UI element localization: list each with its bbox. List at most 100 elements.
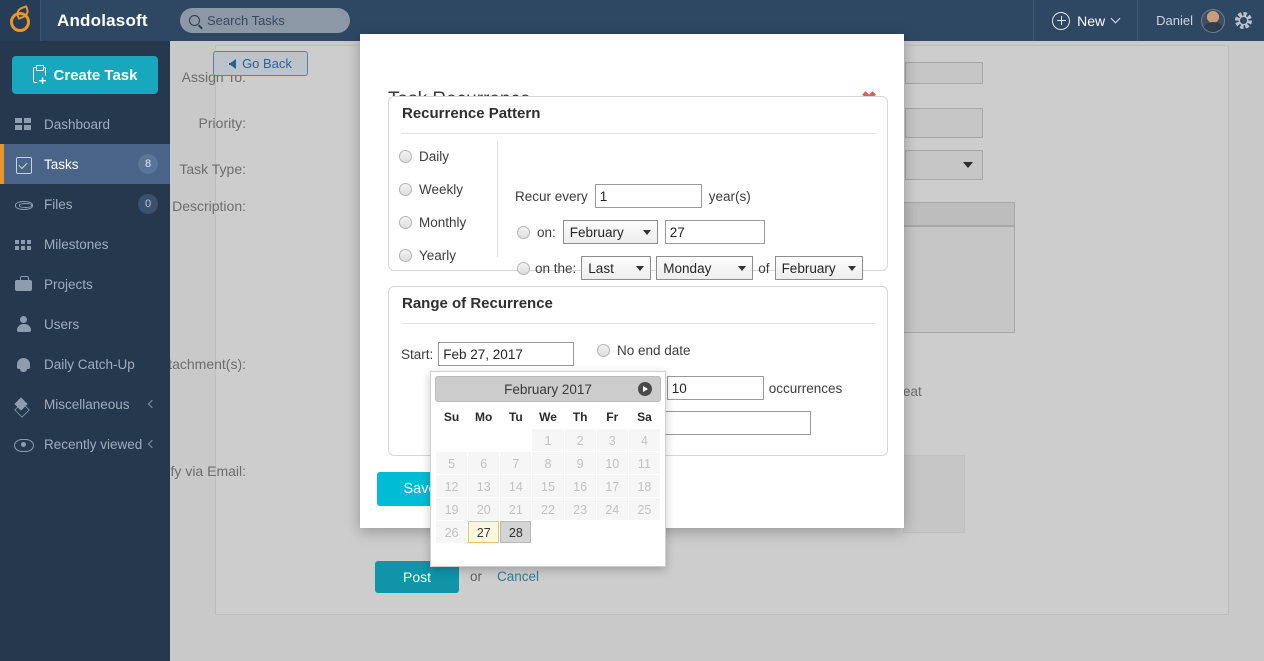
sidebar-item-miscellaneous[interactable]: Miscellaneous — [0, 384, 170, 424]
search-box[interactable] — [180, 8, 350, 33]
cancel-link[interactable]: Cancel — [497, 569, 539, 584]
task-type-select[interactable] — [905, 150, 983, 180]
on-day-input[interactable] — [664, 220, 765, 244]
datepicker-week-row: 1234 — [436, 429, 660, 451]
attachment-dropzone[interactable] — [903, 455, 965, 533]
priority-field[interactable] — [905, 108, 983, 138]
new-button[interactable]: New — [1033, 0, 1139, 41]
radio-label: Monthly — [419, 215, 467, 230]
sidebar-item-tasks[interactable]: Tasks 8 — [0, 144, 170, 184]
radio-label: Weekly — [419, 182, 464, 197]
datepicker-day-10[interactable]: 10 — [596, 452, 628, 474]
divider — [401, 133, 875, 134]
end-by-date-input[interactable] — [663, 411, 811, 435]
datepicker-day-19[interactable]: 19 — [436, 498, 468, 520]
no-end-date-row[interactable]: No end date — [597, 343, 691, 358]
divider — [401, 323, 875, 324]
sidebar-item-dashboard[interactable]: Dashboard — [0, 104, 170, 144]
assign-to-field[interactable] — [905, 62, 983, 84]
chevron-down-icon — [738, 266, 747, 271]
sidebar-item-projects[interactable]: Projects — [0, 264, 170, 304]
sidebar-item-label: Users — [44, 316, 80, 332]
datepicker-day-9[interactable]: 9 — [564, 452, 596, 474]
datepicker-day-14[interactable]: 14 — [500, 475, 532, 497]
header-right: New Daniel — [1033, 0, 1264, 41]
radio-icon[interactable] — [399, 216, 412, 229]
datepicker-day-13[interactable]: 13 — [468, 475, 500, 497]
end-after-row: : occurrences — [658, 376, 842, 400]
datepicker-day-empty — [532, 521, 563, 543]
chevron-left-icon — [147, 399, 157, 409]
or-text: or — [470, 569, 483, 584]
on-the-weekday-select[interactable]: Monday — [656, 256, 754, 280]
users-icon — [14, 315, 33, 334]
datepicker-day-26[interactable]: 26 — [436, 521, 468, 543]
datepicker-day-5[interactable]: 5 — [436, 452, 468, 474]
radio-icon-no-end-date[interactable] — [597, 344, 610, 357]
radio-icon[interactable] — [399, 249, 412, 262]
go-back-button[interactable]: Go Back — [213, 51, 308, 76]
datepicker-day-15[interactable]: 15 — [532, 475, 564, 497]
recur-every-input[interactable] — [594, 184, 702, 208]
datepicker-day-12[interactable]: 12 — [436, 475, 468, 497]
next-arrow-icon[interactable] — [638, 382, 652, 396]
radio-yearly[interactable]: Yearly — [399, 248, 456, 263]
datepicker-day-28[interactable]: 28 — [500, 521, 532, 543]
datepicker-day-8[interactable]: 8 — [532, 452, 564, 474]
radio-weekly[interactable]: Weekly — [399, 182, 463, 197]
radio-icon-on[interactable] — [517, 225, 530, 239]
arrow-left-icon — [229, 58, 237, 69]
datepicker-day-18[interactable]: 18 — [628, 475, 660, 497]
datepicker-day-6[interactable]: 6 — [468, 452, 500, 474]
repeat-text: eat — [903, 384, 922, 399]
radio-icon[interactable] — [399, 183, 412, 196]
datepicker-day-17[interactable]: 17 — [596, 475, 628, 497]
sidebar-item-recently-viewed[interactable]: Recently viewed — [0, 424, 170, 464]
month-value: February — [781, 260, 836, 276]
datepicker-day-27[interactable]: 27 — [468, 521, 500, 543]
sidebar-item-label: Miscellaneous — [44, 396, 130, 412]
datepicker-header: February 2017 — [435, 376, 661, 402]
radio-monthly[interactable]: Monthly — [399, 215, 466, 230]
sidebar-item-label: Dashboard — [44, 116, 111, 132]
datepicker-day-2[interactable]: 2 — [564, 429, 596, 451]
radio-daily[interactable]: Daily — [399, 149, 449, 164]
datepicker-day-20[interactable]: 20 — [468, 498, 500, 520]
create-task-button[interactable]: Create Task — [12, 56, 158, 94]
datepicker-day-22[interactable]: 22 — [532, 498, 564, 520]
datepicker-day-24[interactable]: 24 — [596, 498, 628, 520]
datepicker-day-1[interactable]: 1 — [532, 429, 564, 451]
radio-icon[interactable] — [399, 150, 412, 163]
weekday-header: Th — [572, 410, 588, 424]
datepicker-day-4[interactable]: 4 — [628, 429, 660, 451]
datepicker-day-11[interactable]: 11 — [628, 452, 660, 474]
occurrences-input[interactable] — [666, 376, 764, 400]
sidebar-item-files[interactable]: Files 0 — [0, 184, 170, 224]
datepicker-day-21[interactable]: 21 — [500, 498, 532, 520]
avatar[interactable] — [1201, 8, 1225, 33]
datepicker-day-3[interactable]: 3 — [596, 429, 628, 451]
sidebar-item-daily-catch-up[interactable]: Daily Catch-Up — [0, 344, 170, 384]
user-menu[interactable]: Daniel — [1138, 8, 1264, 33]
sidebar-item-label: Milestones — [44, 236, 109, 252]
search-input[interactable] — [207, 13, 337, 28]
datepicker-day-7[interactable]: 7 — [500, 452, 532, 474]
start-date-input[interactable] — [438, 342, 575, 366]
sidebar-item-users[interactable]: Users — [0, 304, 170, 344]
chevron-down-icon — [1110, 13, 1121, 24]
on-the-month-select[interactable]: February — [774, 256, 863, 280]
on-month-select[interactable]: February — [562, 220, 658, 244]
datepicker-day-25[interactable]: 25 — [628, 498, 660, 520]
description-textarea[interactable] — [903, 226, 1015, 333]
datepicker-day-16[interactable]: 16 — [564, 475, 596, 497]
sidebar-item-label: Recently viewed — [44, 436, 143, 452]
on-the-ordinal-select[interactable]: Last — [581, 256, 652, 280]
recur-unit-label: year(s) — [708, 188, 751, 204]
sidebar-item-label: Projects — [44, 276, 93, 292]
chevron-down-icon — [636, 266, 645, 271]
sidebar-item-milestones[interactable]: Milestones — [0, 224, 170, 264]
radio-icon-on-the[interactable] — [517, 261, 530, 275]
logo[interactable] — [0, 0, 41, 41]
gear-icon[interactable] — [1235, 12, 1252, 29]
datepicker-day-23[interactable]: 23 — [564, 498, 596, 520]
